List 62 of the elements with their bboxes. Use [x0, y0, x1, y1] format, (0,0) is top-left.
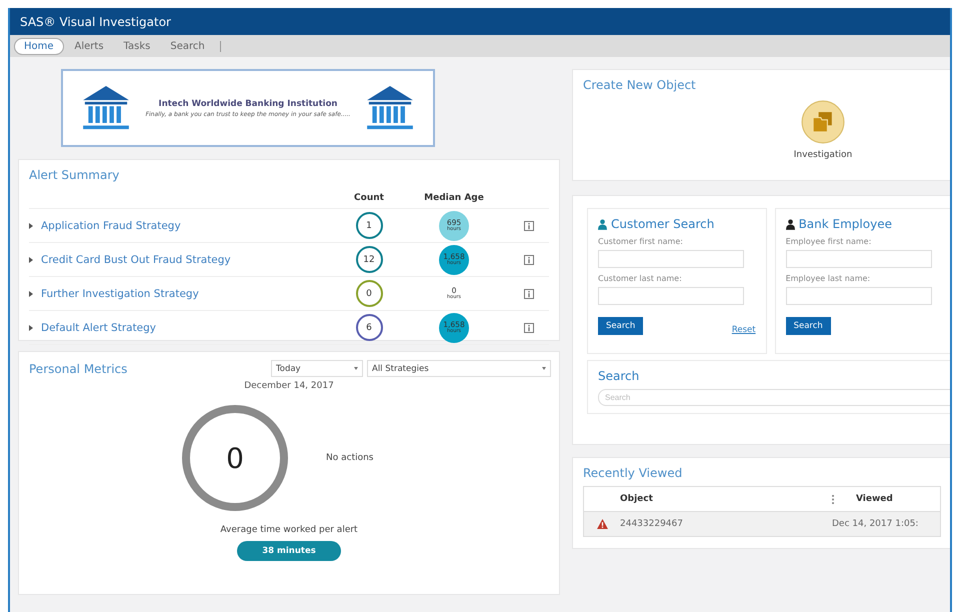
donut-legend: No actions [326, 453, 406, 463]
field-label: Employee last name: [786, 274, 872, 283]
object-label[interactable]: Investigation [794, 150, 852, 160]
field-label: Customer first name: [598, 237, 684, 246]
column-header: Median Age [423, 193, 485, 203]
input-field[interactable] [786, 287, 932, 305]
person-icon [598, 218, 607, 230]
average-time-badge: 38 minutes [237, 541, 341, 561]
expand-triangle-icon[interactable] [29, 222, 33, 228]
column-header: Count [353, 193, 385, 203]
info-icon[interactable] [524, 254, 534, 264]
table-row[interactable]: 24433229467 Dec 14, 2017 1:05: [584, 512, 940, 536]
reset-link[interactable]: Reset [732, 325, 756, 335]
search-button[interactable]: Search [786, 317, 831, 335]
expand-triangle-icon[interactable] [29, 290, 33, 296]
warning-icon [596, 519, 608, 529]
bank-building-icon [81, 86, 131, 130]
field-label: Customer last name: [598, 274, 683, 283]
table-cell-text: 24433229467 [620, 519, 684, 529]
metrics-date: December 14, 2017 [244, 381, 334, 391]
panel-title: Bank Employee [798, 217, 892, 231]
strategy-dropdown[interactable]: All Strategies [367, 360, 551, 377]
period-dropdown[interactable]: Today [271, 360, 363, 377]
count-ring: 12 [356, 246, 382, 273]
actions-donut: 0 [182, 405, 288, 511]
count-ring: 6 [356, 314, 382, 341]
column-header[interactable]: Object [620, 494, 832, 504]
window-title: SAS® Visual Investigator [20, 14, 171, 28]
strategy-name[interactable]: Further Investigation Strategy [41, 288, 199, 300]
table-cell: Dec 14, 2017 1:05: [832, 519, 918, 529]
folders-icon[interactable] [801, 100, 845, 144]
info-icon[interactable] [524, 288, 534, 298]
info-icon[interactable] [524, 322, 534, 332]
input-field[interactable] [598, 287, 744, 305]
count-ring: 1 [356, 212, 382, 239]
search-field[interactable]: Search [598, 389, 950, 406]
tab[interactable]: Alerts [66, 38, 113, 54]
input-field[interactable] [598, 250, 744, 268]
tab[interactable]: Home [14, 38, 64, 54]
field-label: Employee first name: [786, 237, 872, 246]
strategy-name[interactable]: Credit Card Bust Out Fraud Strategy [41, 254, 231, 266]
tab[interactable]: Tasks [114, 38, 160, 54]
input-field[interactable] [786, 250, 932, 268]
expand-triangle-icon[interactable] [29, 324, 33, 330]
card-title: Recently Viewed [583, 466, 684, 480]
strategy-name[interactable]: Application Fraud Strategy [41, 220, 181, 232]
panel-title: Search [598, 369, 640, 383]
panel-title: Customer Search [611, 217, 714, 231]
bank-name: Intech Worldwide Banking Institution [158, 98, 338, 108]
card-title: Alert Summary [29, 168, 120, 182]
card-title: Personal Metrics [28, 362, 128, 376]
bank-building-icon [365, 86, 415, 130]
card-title: Create New Object [583, 78, 697, 92]
info-icon[interactable] [524, 220, 534, 230]
person-icon [786, 218, 795, 230]
count-ring: 0 [356, 280, 382, 307]
search-button[interactable]: Search [598, 317, 644, 335]
expand-triangle-icon[interactable] [29, 256, 33, 262]
strategy-name[interactable]: Default Alert Strategy [41, 322, 156, 334]
tab[interactable]: Search [161, 38, 214, 54]
average-time-label: Average time worked per alert [220, 525, 358, 535]
column-header[interactable]: Viewed [856, 494, 893, 504]
